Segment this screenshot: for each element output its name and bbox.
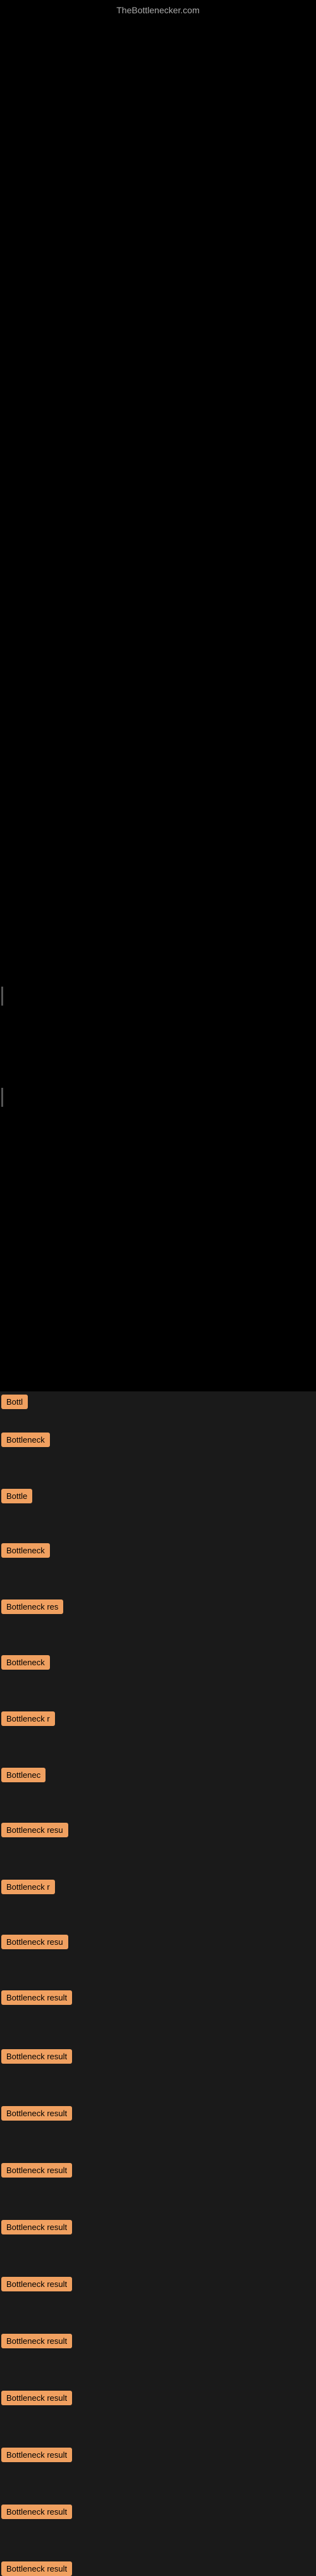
list-item: Bottle [0,1489,32,1503]
list-item: Bottl [0,1395,28,1409]
cursor-indicator-2 [1,1088,3,1107]
bottleneck-badge[interactable]: Bottleneck result [1,2505,72,2519]
bottleneck-badge[interactable]: Bottleneck r [1,1880,55,1894]
bottleneck-badge[interactable]: Bottleneck resu [1,1823,68,1837]
bottleneck-badge[interactable]: Bottleneck result [1,2220,72,2234]
list-item: Bottleneck result [0,2561,72,2576]
bottleneck-badge[interactable]: Bottleneck r [1,1711,55,1726]
list-item: Bottleneck [0,1655,50,1670]
bottleneck-badge[interactable]: Bottleneck result [1,2448,72,2462]
bottleneck-badge[interactable]: Bottleneck result [1,2163,72,2178]
bottleneck-badge[interactable]: Bottleneck [1,1543,50,1558]
list-item: Bottleneck result [0,2505,72,2519]
bottleneck-badge[interactable]: Bottleneck [1,1433,50,1447]
bottleneck-badge[interactable]: Bottle [1,1489,32,1503]
list-item: Bottleneck res [0,1599,63,1614]
list-item: Bottleneck result [0,2163,72,2178]
list-item: Bottlenec [0,1768,46,1782]
list-item: Bottleneck [0,1543,50,1558]
bottleneck-badge[interactable]: Bottleneck result [1,1990,72,2005]
bottleneck-badge[interactable]: Bottlenec [1,1768,46,1782]
bottleneck-badge[interactable]: Bottleneck result [1,2106,72,2121]
list-item: Bottleneck resu [0,1823,68,1837]
bottleneck-badge[interactable]: Bottleneck result [1,2391,72,2405]
list-item: Bottleneck result [0,2391,72,2405]
list-item: Bottleneck result [0,2334,72,2348]
list-item: Bottleneck result [0,2049,72,2064]
bottleneck-badge[interactable]: Bottl [1,1395,28,1409]
list-item: Bottleneck resu [0,1935,68,1949]
bottleneck-badge[interactable]: Bottleneck result [1,2334,72,2348]
list-item: Bottleneck r [0,1711,55,1726]
list-item: Bottleneck result [0,2448,72,2462]
bottleneck-badge[interactable]: Bottleneck resu [1,1935,68,1949]
list-item: Bottleneck [0,1433,50,1447]
list-item: Bottleneck result [0,1990,72,2005]
bottleneck-badge[interactable]: Bottleneck result [1,2049,72,2064]
list-item: Bottleneck result [0,2277,72,2291]
list-item: Bottleneck result [0,2106,72,2121]
bottleneck-badge[interactable]: Bottleneck result [1,2561,72,2576]
bottleneck-badge[interactable]: Bottleneck result [1,2277,72,2291]
list-item: Bottleneck result [0,2220,72,2234]
chart-area [0,0,316,1391]
site-title: TheBottlenecker.com [116,5,200,15]
cursor-indicator-1 [1,987,3,1006]
list-item: Bottleneck r [0,1880,55,1894]
bottleneck-badge[interactable]: Bottleneck [1,1655,50,1670]
bottleneck-badge[interactable]: Bottleneck res [1,1599,63,1614]
